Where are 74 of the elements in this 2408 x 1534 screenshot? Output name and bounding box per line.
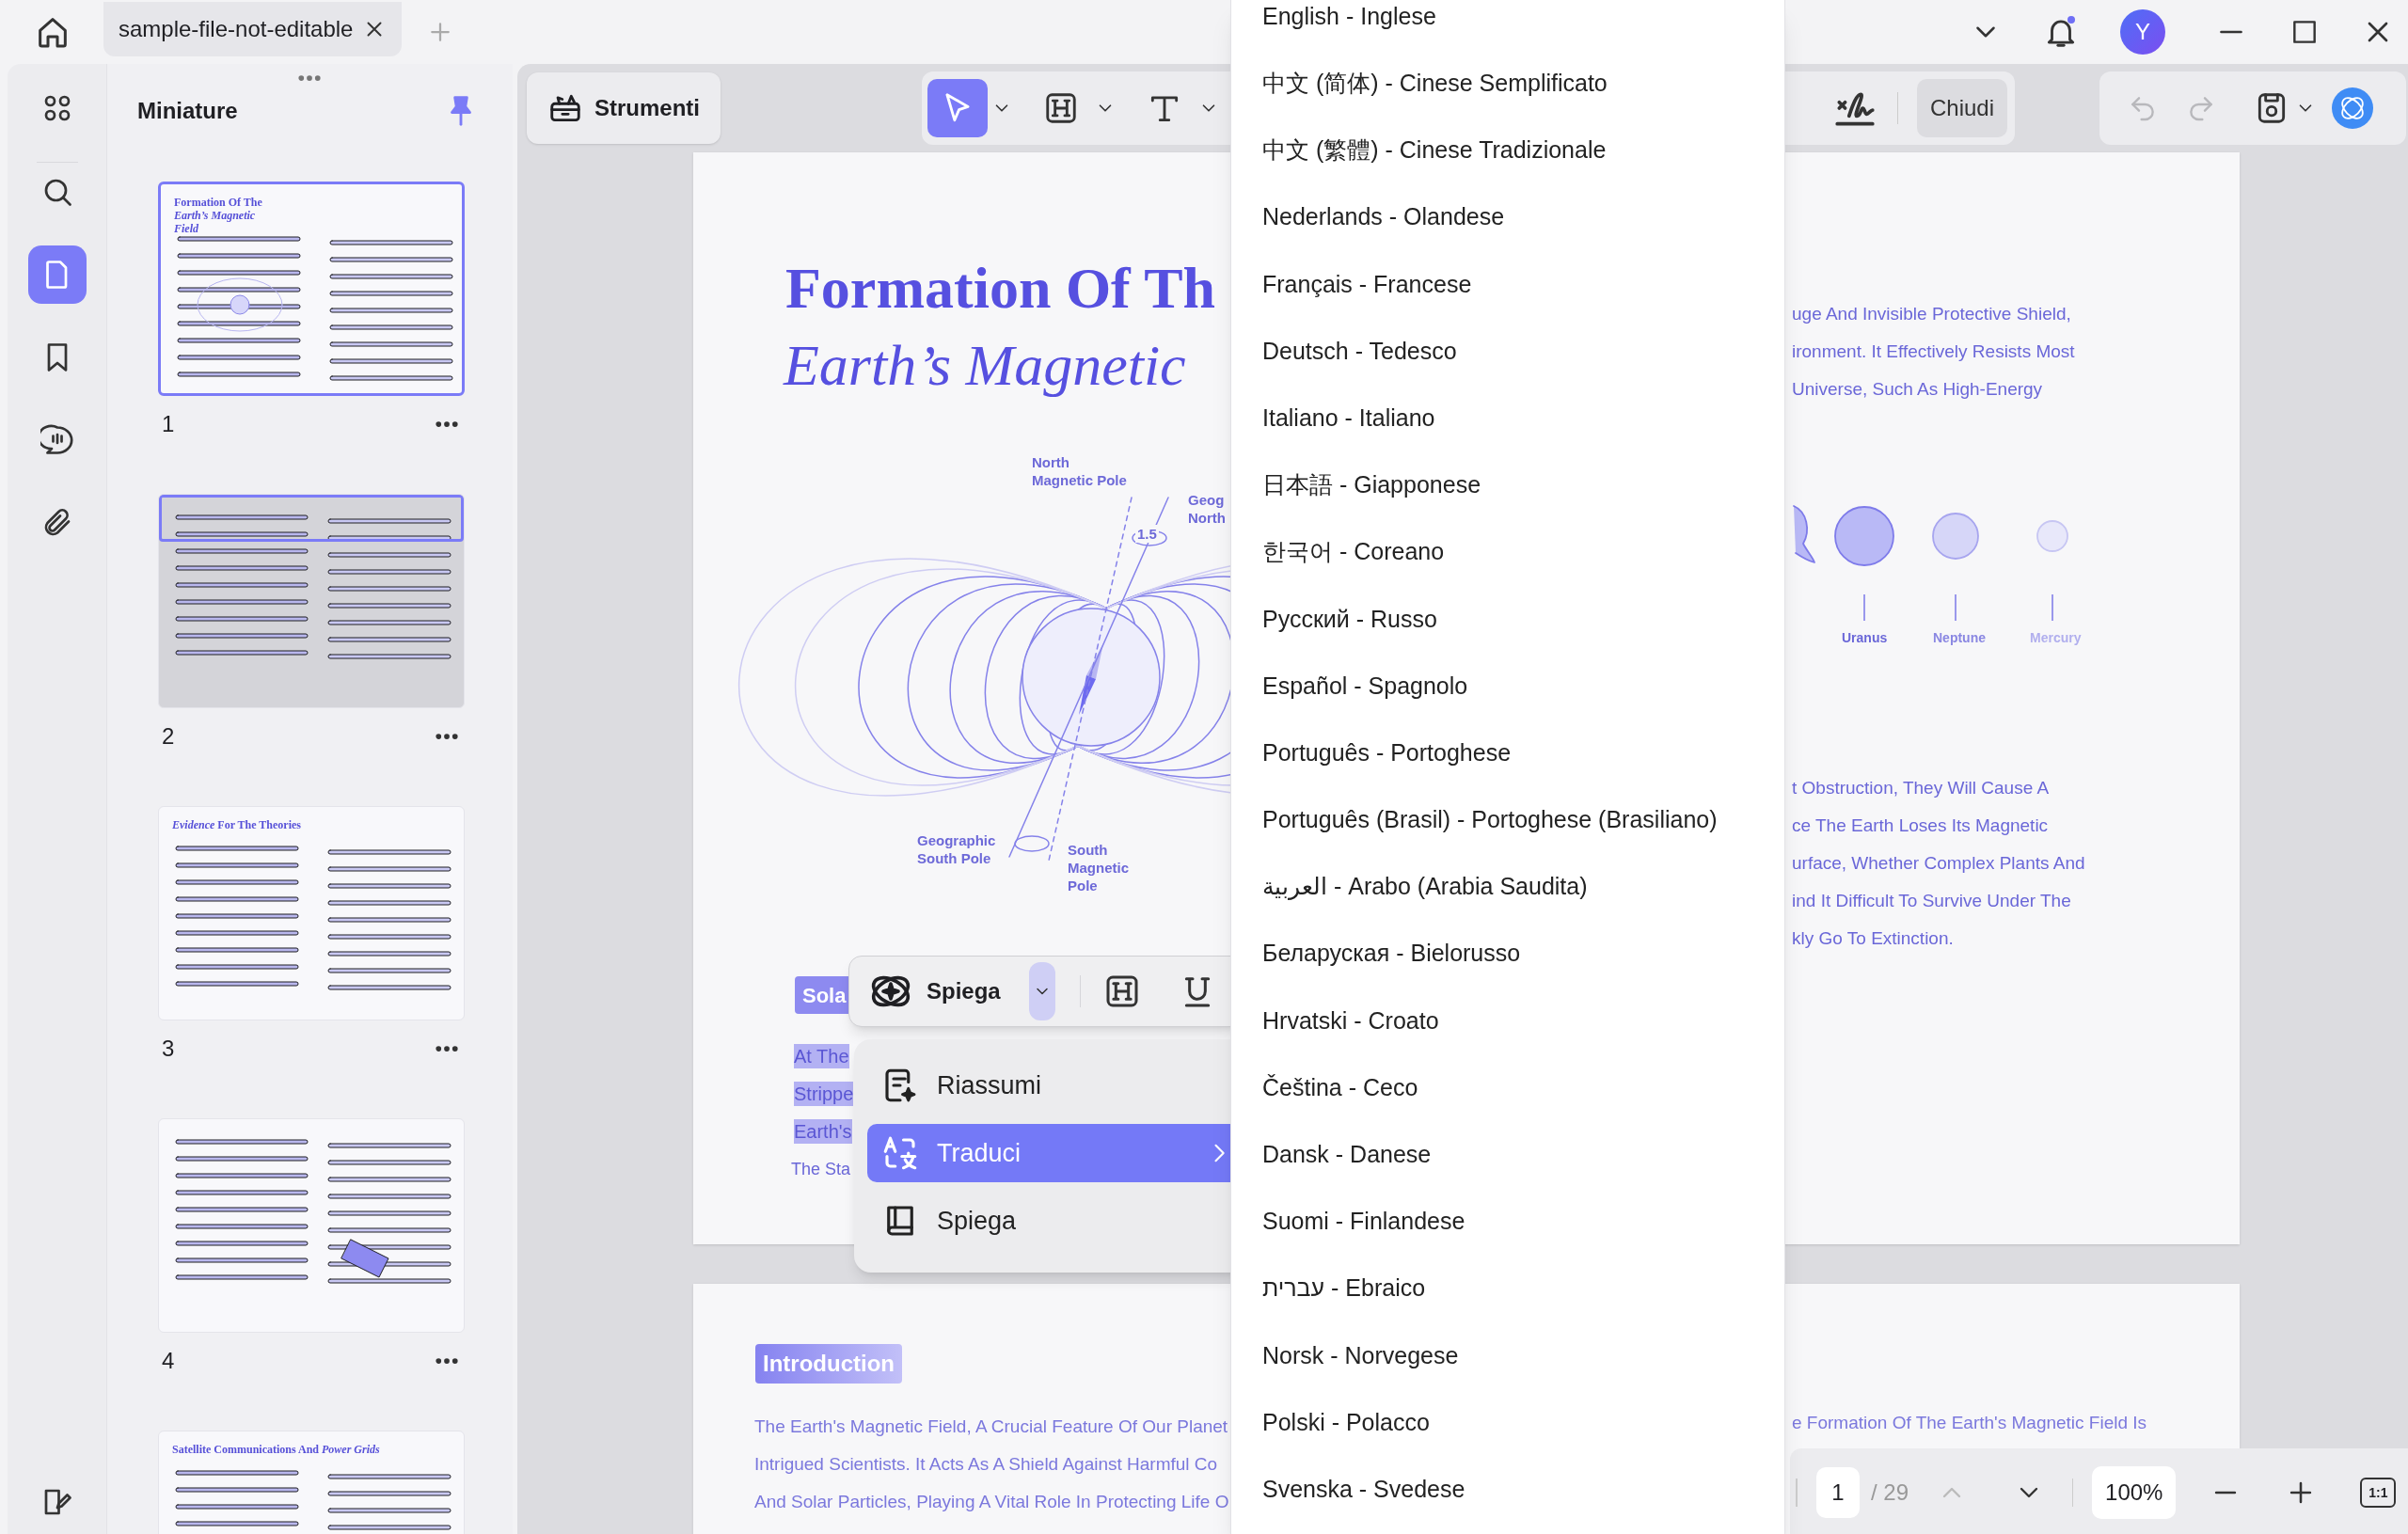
body-text: The Sta [791, 1159, 851, 1180]
language-option[interactable]: Беларуская - Bielorusso [1231, 920, 1784, 988]
page-number: 2 [162, 722, 175, 751]
page-thumbnail[interactable]: Evidence For The Theories [158, 806, 465, 1020]
language-option[interactable]: 한국어 - Coreano [1231, 518, 1784, 586]
comment-icon [40, 423, 74, 457]
planet-label: Mercury [2030, 629, 2082, 647]
diagram-label: Geog North [1188, 491, 1226, 527]
selected-text: Strippe [794, 1082, 854, 1106]
panel-title: Miniature [137, 97, 238, 125]
language-option[interactable]: 日本語 - Giapponese [1231, 451, 1784, 519]
body-text: uge And Invisible Protective Shield, [1792, 303, 2071, 325]
language-option[interactable]: Polski - Polacco [1231, 1388, 1784, 1457]
selected-text: At The [794, 1044, 849, 1068]
page-thumbnail[interactable]: Satellite Communications And Power Grids [158, 1431, 465, 1534]
language-option[interactable]: Čeština - Ceco [1231, 1054, 1784, 1122]
document-title: Formation Of Th [785, 255, 1215, 322]
thumbnail-title: Formation Of The Earth’s Magnetic Field [174, 196, 263, 235]
body-text: e Formation Of The Earth's Magnetic Field Is [1792, 1412, 2147, 1434]
diagram-label: Geographic South Pole [917, 831, 996, 867]
body-text: The Earth's Magnetic Field, A Crucial Feature Of Our Planet [754, 1415, 1228, 1438]
language-option[interactable]: עברית - Ebraico [1231, 1255, 1784, 1322]
section-heading: Introduction [755, 1344, 902, 1384]
body-text: t Obstruction, They Will Cause A [1792, 777, 2050, 799]
sidebar-pages-button[interactable] [27, 245, 87, 304]
language-option[interactable]: Nederlands - Olandese [1231, 183, 1784, 251]
body-text: ce The Earth Loses Its Magnetic [1792, 814, 2049, 837]
language-option[interactable]: Español - Spagnolo [1231, 652, 1784, 720]
zoom-field[interactable]: 100% [2092, 1466, 2177, 1519]
page-number: 4 [162, 1347, 175, 1375]
diagram-label: North Magnetic Pole [1032, 453, 1127, 489]
language-option[interactable]: Deutsch - Tedesco [1231, 317, 1784, 386]
diagram-label: 1.5 [1135, 525, 1159, 543]
avatar[interactable]: Y [2120, 9, 2165, 55]
language-option[interactable]: Suomi - Finlandese [1231, 1188, 1784, 1256]
language-option[interactable]: Svenska - Svedese [1231, 1456, 1784, 1524]
language-option[interactable]: Русский - Russo [1231, 585, 1784, 653]
language-option[interactable]: العربية - Arabo (Arabia Saudita) [1231, 853, 1784, 921]
language-option[interactable]: Italiano - Italiano [1231, 385, 1784, 452]
selected-text: Earth's [794, 1119, 852, 1144]
planet-label: Neptune [1933, 629, 1986, 647]
planet-label: Uranus [1842, 629, 1888, 647]
body-text: ind It Difficult To Survive Under The [1792, 890, 2071, 912]
heading-icon [1043, 90, 1079, 126]
body-text: urface, Whether Complex Plants And [1792, 852, 2085, 875]
page-input[interactable]: 1 [1816, 1467, 1860, 1518]
body-text: kly Go To Extinction. [1792, 927, 1954, 950]
actual-size-button[interactable]: 1:1 [2360, 1478, 2397, 1508]
language-option[interactable]: 中文 (简体) - Cinese Semplificato [1231, 50, 1784, 118]
body-text: And Solar Particles, Playing A Vital Role In Protecting Life O [754, 1491, 1229, 1513]
thumbnail-title: Satellite Communications And Power Grids [172, 1443, 380, 1456]
language-option[interactable]: Português (Brasil) - Portoghese (Brasiliano) [1231, 786, 1784, 854]
language-option[interactable]: Norsk - Norvegese [1231, 1321, 1784, 1389]
diagram-label: South Magnetic Pole [1068, 841, 1129, 894]
document-tab[interactable]: sample-file-not-editable [103, 2, 403, 56]
language-option[interactable]: Português - Portoghese [1231, 720, 1784, 787]
close-button[interactable]: Chiudi [1916, 79, 2007, 137]
page-thumbnail[interactable]: Formation Of The Earth’s Magnetic Field [158, 182, 465, 396]
body-text: ironment. It Effectively Resists Most [1792, 340, 2075, 363]
page-total: / 29 [1871, 1479, 1909, 1507]
body-text: Intrigued Scientists. It Acts As A Shield Against Harmful Co [754, 1453, 1218, 1476]
page-number: 3 [162, 1035, 175, 1063]
language-option[interactable]: Hrvatski - Croato [1231, 987, 1784, 1054]
document-subtitle: Earth’s Magnetic [784, 332, 1186, 399]
language-option[interactable]: 中文 (繁體) - Cinese Tradizionale [1231, 117, 1784, 184]
language-option[interactable]: Français - Francese [1231, 250, 1784, 318]
ai-assistant-icon[interactable] [2331, 87, 2374, 130]
language-option[interactable]: English - Inglese [1231, 0, 1784, 51]
tools-button[interactable]: Strumenti [527, 72, 721, 144]
thumbnail-title: Evidence For The Theories [172, 818, 301, 831]
page-number: 1 [162, 410, 175, 438]
tab-label: sample-file-not-editable [119, 15, 354, 43]
ai-action-button[interactable]: Spiega [868, 969, 1001, 1014]
body-text: Universe, Such As High-Energy [1792, 378, 2043, 401]
